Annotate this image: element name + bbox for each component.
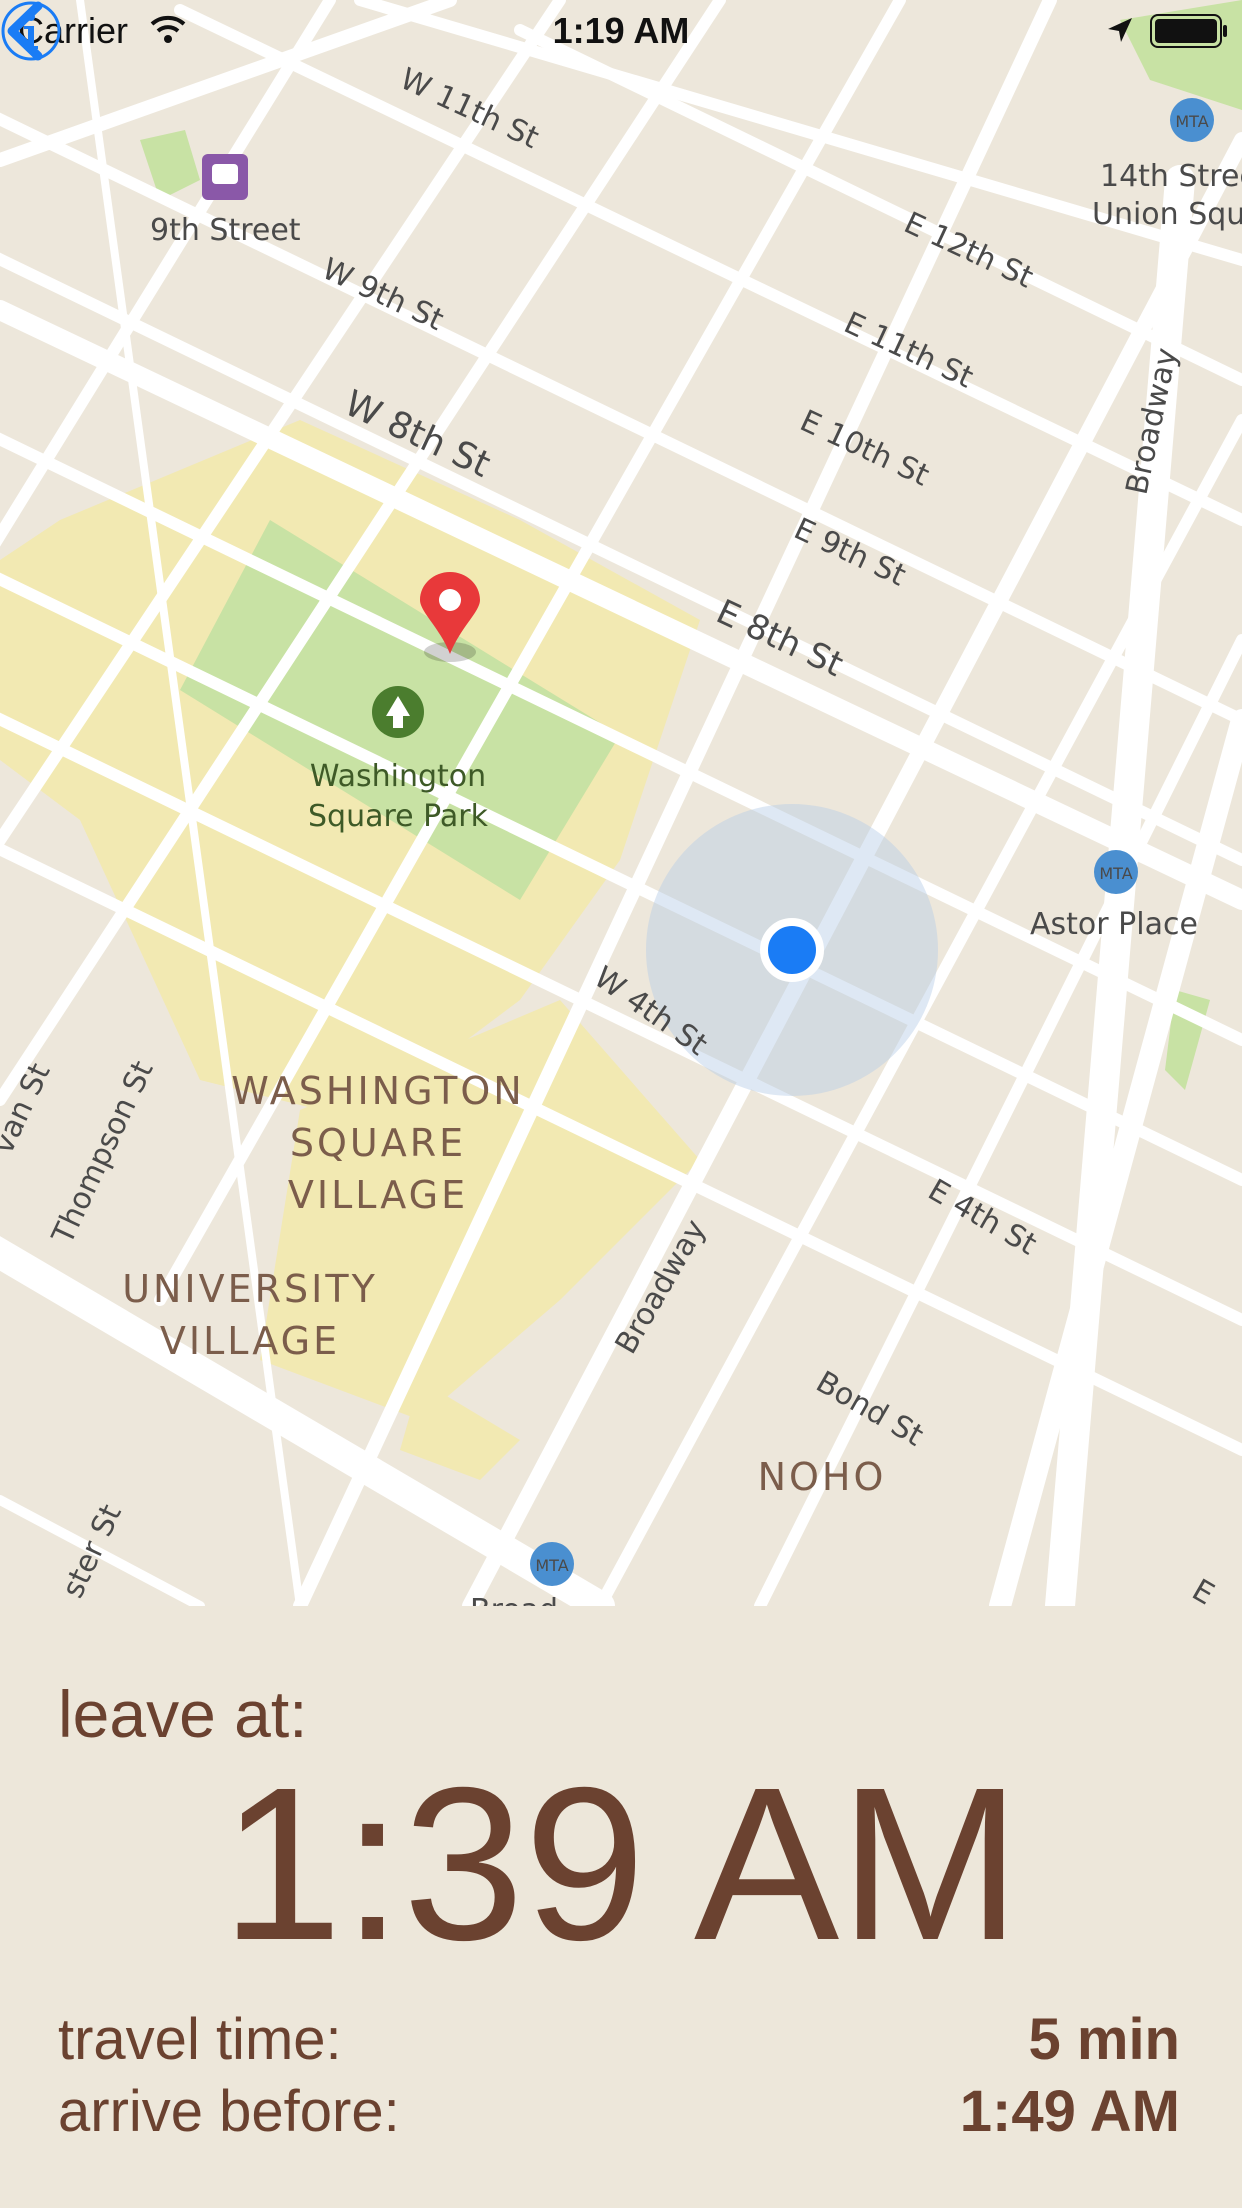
metro-icon-union-square: MTA [1170, 98, 1214, 142]
label-wsv-3: VILLAGE [288, 1173, 468, 1217]
label-uv-1: UNIVERSITY [122, 1267, 378, 1311]
destination-pin[interactable] [420, 572, 480, 662]
label-sullivan: van St [0, 1058, 58, 1160]
departure-panel: leave at: 1:39 AM travel time: 5 min arr… [0, 1606, 1242, 2208]
metro-icon-astor: MTA [1094, 850, 1138, 894]
map-canvas: MTA MTA MTA W 11th St W 9th St W 8th St … [0, 0, 1242, 1606]
leave-at-label: leave at: [58, 1677, 308, 1751]
label-laguardia: ster St [56, 1499, 129, 1603]
info-icon [1, 1, 61, 61]
arrive-before-row: arrive before: 1:49 AM [58, 2078, 1180, 2145]
path-station-icon [202, 154, 248, 200]
label-9th-street: 9th Street [150, 213, 301, 248]
label-uv-2: VILLAGE [160, 1319, 340, 1363]
user-location-dot [760, 918, 824, 982]
label-e10: E 10th St [795, 404, 935, 494]
label-thompson: Thompson St [45, 1056, 161, 1251]
arrive-before-value: 1:49 AM [959, 2079, 1180, 2144]
map-view[interactable]: MTA MTA MTA W 11th St W 9th St W 8th St … [0, 0, 1242, 1606]
travel-time-value: 5 min [1028, 2007, 1181, 2072]
arrive-before-label: arrive before: [58, 2079, 400, 2144]
label-wsp-1: Washington [310, 759, 486, 794]
label-union-sq-1: 14th Stree [1100, 159, 1242, 194]
label-noho: NOHO [758, 1455, 887, 1499]
label-wsv-1: WASHINGTON [231, 1069, 524, 1113]
label-wsp-2: Square Park [308, 799, 489, 834]
info-button[interactable] [0, 0, 62, 62]
label-wsv-2: SQUARE [290, 1121, 466, 1165]
svg-text:MTA: MTA [535, 1556, 568, 1575]
park-tree-icon [372, 686, 424, 738]
status-bar: Carrier 1:19 AM [0, 0, 1242, 60]
leave-time-value: 1:39 AM [221, 1743, 1021, 1986]
svg-text:MTA: MTA [1099, 864, 1132, 883]
svg-text:MTA: MTA [1175, 112, 1208, 131]
status-time: 1:19 AM [552, 10, 690, 51]
metro-icon-broadway: MTA [530, 1542, 574, 1586]
travel-time-label: travel time: [58, 2007, 342, 2072]
label-astor: Astor Place [1030, 907, 1198, 942]
battery-icon [1150, 14, 1227, 48]
location-arrow-icon [1108, 18, 1132, 42]
travel-time-row: travel time: 5 min [58, 2006, 1180, 2073]
label-union-sq-2: Union Squ [1092, 197, 1242, 232]
label-partial-right: E [1186, 1573, 1220, 1606]
label-partial-bottom: Broad [470, 1593, 558, 1606]
